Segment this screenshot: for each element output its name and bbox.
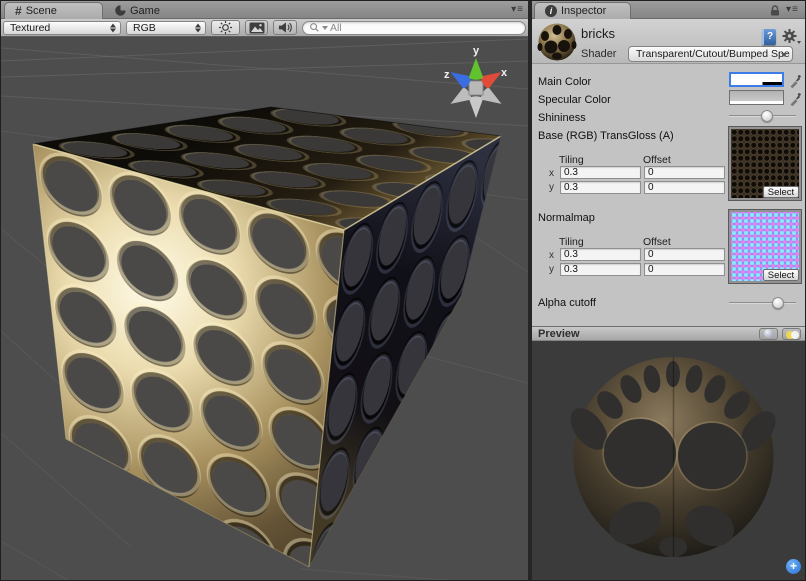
base-x-label: x [549,168,554,179]
color-mode-dropdown[interactable]: RGB [126,21,206,35]
gizmo-y-label: y [473,45,480,57]
normal-offset-y-field[interactable] [644,263,725,276]
alpha-cutoff-slider-thumb[interactable] [772,297,784,309]
help-icon[interactable]: ? [762,29,776,45]
sun-icon [218,20,233,35]
scene-tabbar: # Scene Game ▾≡ [1,1,528,19]
base-tiling-header: Tiling [559,154,584,166]
search-scope-label: All [330,22,342,34]
game-icon [115,5,126,16]
preview-title: Preview [538,328,755,340]
shininess-slider-thumb[interactable] [761,110,773,122]
search-scope-arrow-icon[interactable] [322,26,328,30]
gizmo-z-label: z [444,69,450,81]
search-icon [309,22,320,33]
shininess-label: Shininess [538,112,586,124]
image-icon [249,22,265,34]
alpha-cutoff-slider-track[interactable] [729,302,796,304]
specular-color-label: Specular Color [538,94,611,106]
shader-label: Shader [581,48,616,60]
base-offset-x-field[interactable] [644,166,725,179]
gear-dropdown-arrow-icon [797,41,801,44]
base-map-label: Base (RGB) TransGloss (A) [538,130,674,142]
inspector-panel-menu-icon[interactable]: ▾≡ [786,4,799,15]
main-color-alpha-strip [731,82,782,85]
specular-color-alpha-strip [730,101,783,104]
main-color-label: Main Color [538,76,591,88]
normal-tiling-header: Tiling [559,236,584,248]
gizmo-axis-y[interactable] [469,58,483,80]
scene-panel: # Scene Game ▾≡ Textured RGB [1,1,528,581]
scene-skybox-toggle[interactable] [245,20,268,35]
scene-viewport[interactable]: y x z [1,37,528,581]
tab-scene-label: Scene [26,5,57,17]
shader-dropdown[interactable]: Transparent/Cutout/Bumped Spe [628,46,793,62]
gizmo-axis-neg-y[interactable] [469,96,483,118]
normal-x-label: x [549,250,554,261]
normal-y-label: y [549,264,554,275]
main-color-eyedropper-icon[interactable] [790,73,801,88]
tab-game-label: Game [130,5,160,17]
scene-lighting-toggle[interactable] [211,20,240,35]
dropdown-arrow-icon [781,53,787,57]
normalmap-texture-select-button[interactable]: Select [763,269,799,281]
gizmo-x-label: x [501,67,508,79]
tab-inspector[interactable]: i Inspector [534,2,631,19]
inspector-tabbar: i Inspector ▾≡ [532,1,806,19]
scene-grid-icon: # [15,4,22,18]
scene-panel-menu-icon[interactable]: ▾≡ [511,4,524,15]
specular-color-swatch[interactable] [729,90,784,105]
normal-tiling-y-field[interactable] [560,263,641,276]
base-tiling-x-field[interactable] [560,166,641,179]
shader-value: Transparent/Cutout/Bumped Spe [636,48,790,60]
updown-arrows-icon [195,23,201,32]
tab-inspector-label: Inspector [561,5,606,17]
preview-shape-button[interactable] [759,328,778,340]
scene-toolbar: Textured RGB [1,19,528,37]
preview-sphere-render [532,341,806,581]
unity-editor-window: # Scene Game ▾≡ Textured RGB [0,0,806,581]
alpha-cutoff-label: Alpha cutoff [538,297,596,309]
tab-scene[interactable]: # Scene [4,2,103,19]
main-color-swatch[interactable] [729,72,784,87]
render-mode-value: Textured [10,22,50,34]
light-white-icon [791,331,799,339]
preview-header[interactable]: Preview [532,326,806,341]
normal-offset-header: Offset [643,236,671,248]
material-preview-icon[interactable] [537,22,577,62]
normal-offset-x-field[interactable] [644,248,725,261]
specular-color-eyedropper-icon[interactable] [790,91,801,106]
info-icon: i [545,5,557,17]
color-mode-value: RGB [133,22,156,34]
scene-audio-toggle[interactable] [273,20,297,35]
sphere-icon [764,329,773,338]
base-y-label: y [549,182,554,193]
speaker-icon [278,21,293,34]
add-button[interactable]: + [786,559,801,574]
tab-game[interactable]: Game [105,2,170,19]
scene-orientation-gizmo[interactable]: y x z [428,43,524,125]
normal-tiling-x-field[interactable] [560,248,641,261]
base-texture-select-button[interactable]: Select [763,186,799,198]
normal-map-label: Normalmap [538,212,595,224]
material-header: bricks Shader Transparent/Cutout/Bumped … [532,19,806,64]
render-mode-dropdown[interactable]: Textured [3,21,121,35]
inspector-panel: i Inspector ▾≡ [532,1,806,581]
updown-arrows-icon [110,23,116,32]
gizmo-center-cube[interactable] [469,81,483,95]
base-tiling-y-field[interactable] [560,181,641,194]
base-offset-y-field[interactable] [644,181,725,194]
material-preview-area[interactable]: + [532,341,806,581]
lock-icon[interactable] [769,4,781,17]
gear-icon[interactable] [782,29,800,45]
normalmap-texture-thumbnail[interactable]: Select [729,210,801,283]
base-texture-thumbnail[interactable]: Select [729,127,801,200]
material-name: bricks [581,26,615,41]
preview-lighting-button[interactable] [782,328,801,340]
scene-search-field[interactable]: All [302,21,526,35]
cube-object[interactable] [33,107,501,567]
base-offset-header: Offset [643,154,671,166]
